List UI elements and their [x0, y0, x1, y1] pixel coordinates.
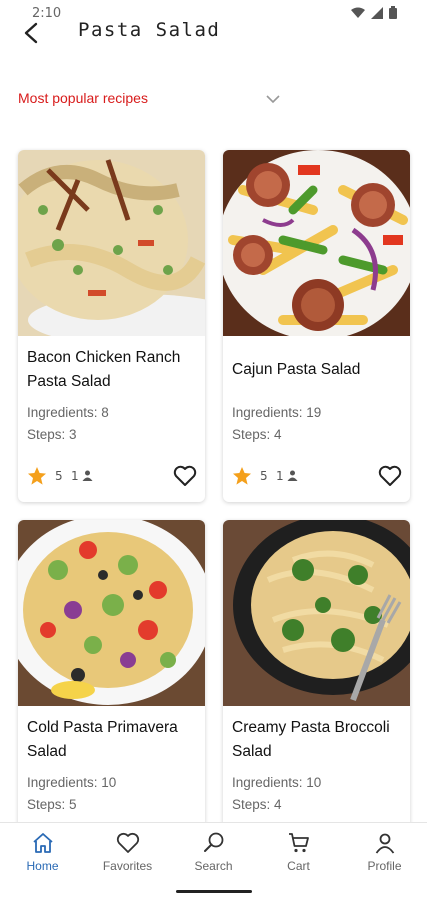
recipe-card[interactable]: Bacon Chicken Ranch Pasta Salad Ingredie…	[18, 150, 205, 502]
recipe-image	[223, 520, 410, 706]
nav-label-cart: Cart	[287, 859, 310, 873]
star-icon	[28, 467, 46, 485]
recipe-image	[223, 150, 410, 336]
profile-icon	[375, 833, 394, 854]
recipe-title: Creamy Pasta Broccoli Salad	[232, 719, 390, 760]
nav-home[interactable]: Home	[0, 831, 85, 891]
recipe-title: Cajun Pasta Salad	[232, 361, 361, 378]
nav-label-home: Home	[26, 859, 59, 873]
home-icon	[32, 833, 53, 853]
person-icon	[82, 470, 93, 481]
nav-label-search: Search	[194, 859, 233, 873]
chevron-down-icon	[266, 95, 280, 104]
back-arrow-icon[interactable]	[18, 20, 44, 46]
nav-search[interactable]: Search	[171, 831, 256, 891]
heart-icon	[116, 832, 139, 853]
steps-count: Steps: 4	[232, 427, 282, 442]
cart-icon	[288, 833, 309, 853]
nav-cart[interactable]: Cart	[256, 831, 341, 891]
steps-count: Steps: 4	[232, 797, 282, 812]
card-footer: 5 1	[232, 464, 402, 488]
page-title: Pasta Salad	[78, 19, 221, 41]
steps-count: Steps: 5	[27, 797, 77, 812]
header: Pasta Salad	[0, 14, 427, 54]
nav-label-profile: Profile	[367, 859, 402, 873]
rating-value: 5	[260, 469, 268, 483]
ingredients-count: Ingredients: 10	[27, 775, 117, 790]
steps-count: Steps: 3	[27, 427, 77, 442]
favorite-heart-icon[interactable]	[378, 465, 402, 487]
rating-value: 5	[55, 469, 63, 483]
search-icon	[203, 832, 223, 852]
recipe-card[interactable]: Cajun Pasta Salad Ingredients: 19 Steps:…	[223, 150, 410, 502]
ingredients-count: Ingredients: 8	[27, 405, 109, 420]
recipe-card[interactable]: Cold Pasta Primavera Salad Ingredients: …	[18, 520, 205, 872]
ratings-count: 1	[71, 469, 79, 483]
ratings-count: 1	[276, 469, 284, 483]
recipe-image	[18, 150, 205, 336]
ingredients-count: Ingredients: 19	[232, 405, 322, 420]
favorite-heart-icon[interactable]	[173, 465, 197, 487]
card-footer: 5 1	[27, 464, 197, 488]
recipe-image	[18, 520, 205, 706]
person-icon	[287, 470, 298, 481]
nav-profile[interactable]: Profile	[342, 831, 427, 891]
ingredients-count: Ingredients: 10	[232, 775, 322, 790]
recipe-card[interactable]: Creamy Pasta Broccoli Salad Ingredients:…	[223, 520, 410, 872]
nav-label-favorites: Favorites	[102, 859, 153, 873]
recipe-filter-dropdown[interactable]: Most popular recipes	[18, 86, 288, 116]
home-indicator	[176, 890, 252, 893]
star-icon	[233, 467, 251, 485]
nav-favorites[interactable]: Favorites	[85, 831, 170, 891]
filter-label: Most popular recipes	[18, 90, 148, 106]
recipe-title: Cold Pasta Primavera Salad	[27, 719, 178, 760]
recipe-title: Bacon Chicken Ranch Pasta Salad	[27, 349, 181, 390]
